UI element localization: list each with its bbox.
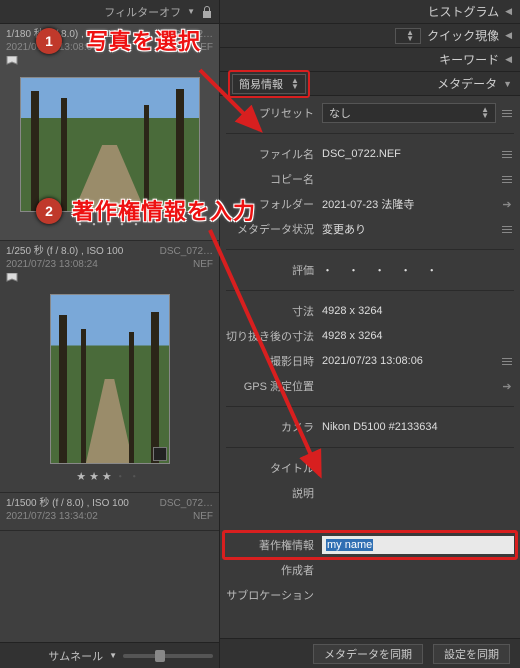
row-copyright: 著作権情報 my name	[226, 536, 514, 554]
thumb-exposure: 1/180 秒 (f / 8.0) , ISO 100	[6, 28, 123, 41]
thumb-filename: DSC_072…	[160, 28, 213, 41]
annotation-arrow-2	[200, 230, 360, 510]
panel-title: ヒストグラム	[427, 3, 499, 20]
sync-settings-button[interactable]: 設定を同期	[433, 644, 510, 664]
panel-histogram[interactable]: ヒストグラム ◀	[220, 0, 520, 24]
menu-icon[interactable]	[500, 226, 514, 233]
thumb-badge-icon	[153, 447, 167, 461]
chevron-down-icon: ▼	[503, 79, 512, 89]
lock-icon[interactable]	[201, 5, 213, 19]
metadata-footer: メタデータを同期 設定を同期	[220, 638, 520, 668]
thumb-rating[interactable]: ★★★・・	[6, 468, 213, 484]
flag-icon[interactable]	[6, 273, 18, 287]
chevron-left-icon: ◀	[505, 6, 512, 17]
filter-dropdown-icon[interactable]: ▼	[187, 7, 195, 16]
thumbnail-size-bar: サムネール ▼	[0, 642, 219, 668]
thumb-ext: NEF	[193, 511, 213, 522]
field-label: 著作権情報	[226, 537, 322, 553]
row-creator: 作成者	[226, 561, 514, 579]
menu-icon[interactable]	[500, 358, 514, 365]
thumb-date: 2021/07/23 13:34:02	[6, 511, 98, 522]
chevron-left-icon: ◀	[505, 30, 512, 41]
thumb-exposure: 1/1500 秒 (f / 8.0) , ISO 100	[6, 497, 129, 510]
menu-icon[interactable]	[500, 110, 514, 117]
thumb-slot[interactable]: 1/250 秒 (f / 8.0) , ISO 100 DSC_072… 202…	[0, 241, 219, 493]
panel-title: クイック現像	[427, 27, 499, 44]
field-label: 作成者	[226, 562, 322, 578]
arrow-right-icon[interactable]: ➔	[500, 380, 514, 393]
sync-metadata-button[interactable]: メタデータを同期	[313, 644, 423, 664]
panel-title: メタデータ	[437, 75, 497, 92]
panel-quick-develop[interactable]: ▲▼ クイック現像 ◀	[220, 24, 520, 48]
filmstrip-panel: フィルターオフ ▼ 1/180 秒 (f / 8.0) , ISO 100 DS…	[0, 0, 220, 668]
field-label: フォルダー	[226, 196, 322, 212]
copyright-input[interactable]: my name	[322, 536, 514, 554]
filter-bar: フィルターオフ ▼	[0, 0, 219, 24]
filter-off-label[interactable]: フィルターオフ	[104, 4, 181, 20]
thumb-ext: NEF	[193, 42, 213, 53]
arrow-right-icon[interactable]: ➔	[500, 198, 514, 211]
thumbnail-size-label: サムネール	[48, 648, 103, 664]
thumb-slot[interactable]: 1/180 秒 (f / 8.0) , ISO 100 DSC_072… 202…	[0, 24, 219, 241]
quick-dropdown[interactable]: ▲▼	[395, 28, 421, 44]
thumb-date: 2021/07/23 13:08:07	[6, 42, 98, 53]
menu-icon[interactable]	[500, 176, 514, 183]
field-label: サブロケーション	[226, 587, 322, 603]
menu-icon[interactable]	[500, 151, 514, 158]
dropdown-icon[interactable]: ▼	[109, 651, 117, 660]
thumb-exposure: 1/250 秒 (f / 8.0) , ISO 100	[6, 245, 123, 258]
thumb-slot[interactable]: 1/1500 秒 (f / 8.0) , ISO 100 DSC_072… 20…	[0, 493, 219, 531]
field-value[interactable]: 2021-07-23 法隆寺	[322, 196, 500, 212]
thumb-image[interactable]	[20, 77, 200, 212]
row-sublocation: サブロケーション	[226, 586, 514, 604]
thumb-date: 2021/07/23 13:08:24	[6, 259, 98, 270]
chevron-left-icon: ◀	[505, 54, 512, 65]
annotation-arrow-1	[190, 60, 310, 180]
thumbnail-size-slider[interactable]	[123, 654, 213, 658]
thumb-image[interactable]	[50, 294, 170, 464]
filmstrip[interactable]: 1/180 秒 (f / 8.0) , ISO 100 DSC_072… 202…	[0, 24, 219, 642]
preset-value: なし	[329, 105, 351, 121]
preset-dropdown[interactable]: なし ▲▼	[322, 103, 496, 123]
flag-icon[interactable]	[6, 56, 18, 70]
panel-title: キーワード	[439, 51, 499, 68]
row-folder: フォルダー 2021-07-23 法隆寺 ➔	[226, 195, 514, 213]
thumb-rating[interactable]: ・・・・・	[6, 216, 213, 232]
field-value[interactable]: DSC_0722.NEF	[322, 148, 500, 160]
